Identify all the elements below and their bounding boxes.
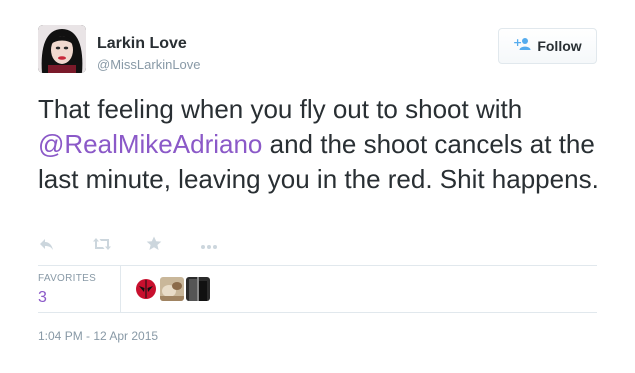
add-user-icon: +	[513, 36, 531, 56]
stats-bottom-divider	[38, 312, 597, 313]
favorite-star-icon	[146, 236, 162, 256]
favoriter-avatar[interactable]	[134, 277, 158, 301]
svg-text:+: +	[513, 37, 522, 49]
favorites-count[interactable]: 3	[38, 289, 47, 307]
stats-separator	[120, 266, 121, 312]
follow-button-label: Follow	[537, 38, 582, 54]
author-handle[interactable]: @MissLarkinLove	[97, 57, 201, 72]
mention-link[interactable]: @RealMikeAdriano	[38, 129, 262, 159]
reply-button[interactable]	[38, 236, 92, 256]
more-icon	[200, 237, 218, 255]
favorites-label: FAVORITES	[38, 273, 97, 284]
favorite-button[interactable]	[146, 236, 200, 256]
tweet-stats: FAVORITES 3	[38, 266, 597, 312]
tweet-text-before: That feeling when you fly out to shoot w…	[38, 94, 523, 124]
reply-icon	[38, 237, 54, 256]
tweet-card: Larkin Love @MissLarkinLove + Follow Tha…	[0, 0, 635, 373]
favoriter-avatars	[134, 277, 210, 301]
follow-button[interactable]: + Follow	[498, 28, 597, 64]
retweet-icon	[92, 237, 112, 256]
tweet-text: That feeling when you fly out to shoot w…	[38, 92, 608, 197]
favoriter-avatar[interactable]	[186, 277, 210, 301]
author-avatar[interactable]	[38, 25, 86, 73]
favoriter-avatar[interactable]	[160, 277, 184, 301]
retweet-button[interactable]	[92, 236, 146, 256]
tweet-actions	[38, 236, 254, 256]
author-name[interactable]: Larkin Love	[97, 35, 187, 53]
tweet-timestamp[interactable]: 1:04 PM - 12 Apr 2015	[38, 329, 158, 343]
more-button[interactable]	[200, 236, 254, 256]
